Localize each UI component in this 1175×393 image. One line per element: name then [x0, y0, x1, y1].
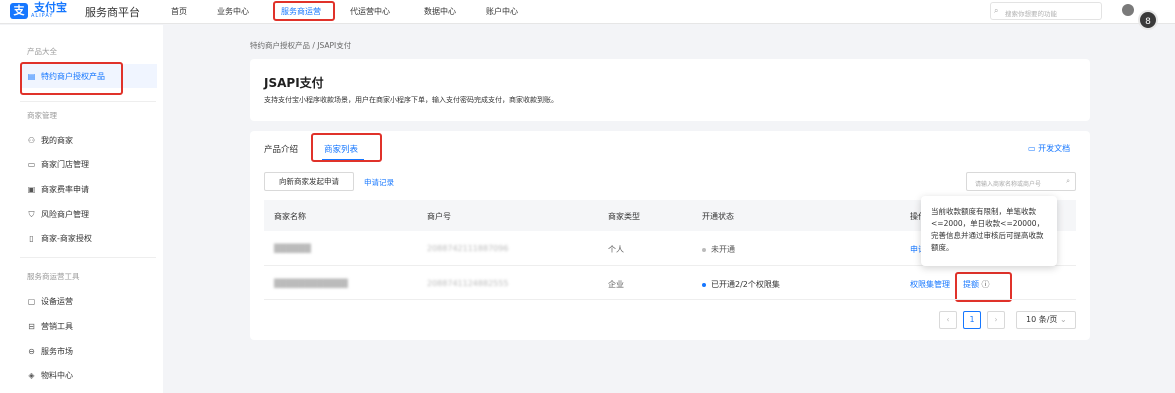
sidebar-item-label: 风险商户管理	[41, 210, 89, 219]
alipay-logo[interactable]: 支 支付宝 ALIPAY	[10, 2, 67, 19]
sidebar-item-label: 服务市场	[41, 347, 73, 356]
doc-icon: ▭	[1028, 144, 1039, 153]
sidebar-item-label: 营销工具	[41, 322, 73, 331]
logo-cn: 支付宝	[34, 1, 67, 14]
status-dot	[702, 282, 706, 287]
chevron-down-icon: ⌄	[1059, 315, 1067, 324]
next-page-button[interactable]: ›	[987, 311, 1005, 329]
search-placeholder: 搜索你想要的功能	[1005, 10, 1057, 18]
merchant-name: ████████████	[274, 279, 348, 288]
sidebar-item-my-merchants[interactable]: ⚇ 我的商家	[27, 135, 73, 146]
top-bar: 支 支付宝 ALIPAY 服务商平台 首页 业务中心 服务商运营 代运营中心 数…	[0, 0, 1175, 24]
highlight-nav	[273, 1, 335, 21]
nav-agency[interactable]: 代运营中心	[350, 6, 390, 17]
col-status: 开通状态	[702, 212, 734, 221]
col-merchant-id: 商户号	[427, 212, 451, 221]
sidebar-section-merchants: 商家管理	[27, 111, 57, 120]
limit-tooltip: 当前收款额度有限制，单笔收款<=2000，单日收款<=20000，完善信息并通过…	[921, 196, 1057, 266]
sidebar-item-stores[interactable]: ▭ 商家门店管理	[27, 159, 89, 170]
status-text: 已开通2/2个权限集	[711, 280, 780, 289]
apply-new-merchant-button[interactable]: 向新商家发起申请	[264, 172, 354, 191]
page-size-label: 10 条/页	[1026, 315, 1058, 324]
highlight-tab	[311, 133, 382, 162]
global-search-input[interactable]: ⌕ 搜索你想要的功能	[990, 2, 1102, 20]
device-icon: ▢	[27, 297, 36, 306]
merchant-search-placeholder: 请输入商家名称或商户号	[975, 181, 1042, 188]
merchant-id: 2088742111887096	[427, 244, 509, 253]
shield-icon: ⛉	[28, 209, 35, 219]
sidebar-item-label: 物料中心	[41, 371, 73, 380]
col-merchant-name: 商家名称	[274, 212, 306, 221]
sidebar-item-label: 设备运营	[41, 297, 73, 306]
merchant-type: 个人	[608, 245, 624, 254]
status-dot	[702, 247, 706, 252]
breadcrumb[interactable]: 特约商户授权产品 / JSAPI支付	[250, 40, 351, 51]
divider	[20, 257, 156, 258]
market-icon: ⊖	[28, 347, 35, 356]
status-badge: 已开通2/2个权限集	[702, 279, 780, 290]
layers-icon: ◈	[28, 371, 35, 380]
sidebar-item-risk[interactable]: ⛉ 风险商户管理	[27, 209, 90, 220]
permission-set-link[interactable]: 权限集管理	[910, 279, 950, 290]
sidebar-item-label: 我的商家	[41, 136, 73, 145]
nav-data[interactable]: 数据中心	[424, 6, 456, 17]
tab-product-intro[interactable]: 产品介绍	[264, 143, 298, 155]
col-merchant-type: 商家类型	[608, 212, 640, 221]
page-size-select[interactable]: 10 条/页 ⌄	[1016, 311, 1076, 329]
sidebar-item-label: 商家费率申请	[41, 185, 89, 194]
row-divider	[264, 299, 1076, 300]
sidebar-item-devices[interactable]: ▢ 设备运营	[27, 296, 73, 307]
sidebar-item-materials[interactable]: ◈ 物料中心	[27, 370, 73, 381]
highlight-raise-limit	[955, 272, 1012, 302]
gift-icon: ⊟	[28, 322, 35, 331]
product-card	[250, 59, 1090, 121]
nav-home[interactable]: 首页	[171, 6, 187, 17]
nav-account[interactable]: 账户中心	[486, 6, 518, 17]
merchant-search-input[interactable]: 请输入商家名称或商户号 ⌕	[966, 172, 1076, 191]
product-description: 支持支付宝小程序收款场景，用户在商家小程序下单，输入支付密码完成支付，商家收款到…	[264, 96, 558, 104]
sidebar-item-label: 商家门店管理	[41, 160, 89, 169]
apply-records-link[interactable]: 申请记录	[364, 177, 394, 188]
platform-title: 服务商平台	[85, 6, 140, 19]
sidebar-item-merchant-auth[interactable]: ▯ 商家-商家授权	[27, 233, 92, 244]
auth-icon: ▯	[29, 234, 34, 243]
sidebar-section-products: 产品大全	[27, 47, 57, 56]
divider	[20, 101, 156, 102]
alipay-logo-icon: 支	[10, 2, 28, 19]
prev-page-button[interactable]: ‹	[939, 311, 957, 329]
bell-icon[interactable]	[1122, 4, 1134, 16]
rate-icon: ▣	[27, 185, 36, 194]
status-badge: 未开通	[702, 244, 735, 255]
page-title: JSAPI支付	[264, 76, 324, 90]
sidebar-item-marketing[interactable]: ⊟ 营销工具	[27, 321, 73, 332]
status-text: 未开通	[711, 245, 735, 254]
merchant-name: ██████	[274, 244, 311, 253]
sidebar-item-label: 商家-商家授权	[41, 234, 92, 243]
sidebar-section-tools: 服务商运营工具	[27, 272, 80, 281]
users-icon: ⚇	[27, 136, 36, 145]
sidebar-item-rates[interactable]: ▣ 商家费率申请	[27, 184, 89, 195]
store-icon: ▭	[27, 160, 36, 169]
dev-doc-link[interactable]: ▭ 开发文档	[1028, 143, 1070, 154]
nav-business[interactable]: 业务中心	[217, 6, 249, 17]
sidebar-item-market[interactable]: ⊖ 服务市场	[27, 346, 73, 357]
merchant-id: 2088741124882555	[427, 279, 509, 288]
dev-doc-label: 开发文档	[1038, 144, 1071, 153]
avatar[interactable]: 8	[1138, 10, 1158, 30]
merchant-type: 企业	[608, 280, 624, 289]
search-icon: ⌕	[1066, 177, 1070, 185]
highlight-sidebar	[20, 62, 123, 95]
search-icon: ⌕	[994, 6, 999, 15]
page-button[interactable]: 1	[963, 311, 981, 329]
